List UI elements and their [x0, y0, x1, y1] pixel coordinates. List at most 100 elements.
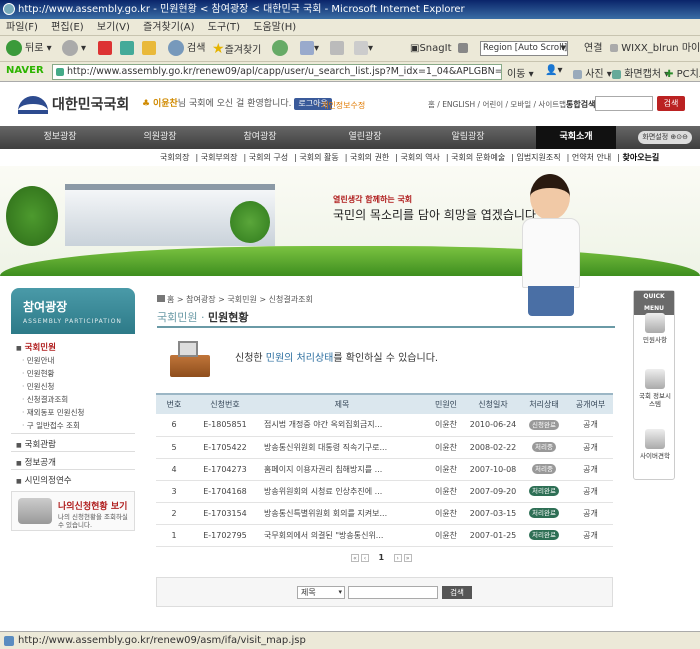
- forward-button[interactable]: ▾: [62, 40, 86, 58]
- lnb-group-training[interactable]: 시민의정연수: [16, 474, 72, 486]
- subnav-item[interactable]: 입법지원조직: [516, 153, 560, 162]
- region-select[interactable]: Region [Auto Scroll] ▼: [480, 41, 568, 56]
- row-title[interactable]: 방송통신위원회 대통령 직속기구로...: [258, 436, 426, 459]
- go-button[interactable]: 이동 ▾: [507, 65, 534, 80]
- subnav-item[interactable]: 국회의 활동: [299, 153, 338, 162]
- row-title[interactable]: 홈페이지 이용자권리 침해방지를 ...: [258, 458, 426, 481]
- list-search-button[interactable]: 검색: [442, 586, 472, 599]
- table-row[interactable]: 1 E-1702795 국무회의에서 의결된 "방송통신위... 이윤찬 2007-01…: [156, 524, 613, 547]
- gnb-members[interactable]: 의원광장: [120, 126, 200, 149]
- edit-button[interactable]: ▾: [354, 40, 373, 58]
- col-header: 공개여부: [568, 393, 613, 414]
- stop-button[interactable]: [98, 40, 112, 58]
- capture-icon: [612, 69, 621, 79]
- search-field-select[interactable]: 제목: [297, 586, 345, 599]
- user-dropdown[interactable]: 👤▾: [545, 65, 562, 76]
- document-icon: [645, 313, 665, 333]
- row-title[interactable]: 국무회의에서 의결된 "방송통신위...: [258, 524, 426, 547]
- subnav-item[interactable]: 국회의 문화예술: [451, 153, 505, 162]
- gnb-info[interactable]: 정보광장: [20, 126, 100, 149]
- menu-tools[interactable]: 도구(T): [208, 22, 240, 33]
- lnb-item[interactable]: 민원신청: [22, 381, 55, 392]
- my-status-box[interactable]: 나의신청현황 보기 나의 신청현황을 조회하실 수 있습니다.: [11, 491, 135, 531]
- menu-file[interactable]: 파일(F): [6, 22, 38, 33]
- row-title[interactable]: 접시법 개정중 야간 옥외집회금지...: [258, 414, 426, 437]
- list-search-input[interactable]: [348, 586, 438, 599]
- gnb-participation[interactable]: 참여광장: [220, 126, 300, 149]
- table-header-row: 번호 신청번호 제목 민원인 신청일자 처리상태 공개여부: [156, 393, 613, 414]
- unified-search-label: 통합검색: [566, 100, 596, 109]
- subnav-item[interactable]: 국회의 역사: [401, 153, 440, 162]
- quick-complaint[interactable]: 민원사항: [638, 313, 672, 344]
- menu-view[interactable]: 보기(V): [97, 22, 130, 33]
- subnav-item[interactable]: 국회의 권한: [350, 153, 389, 162]
- row-title[interactable]: 방송통신특별위원회 회의를 지켜보...: [258, 502, 426, 525]
- print-button[interactable]: [330, 40, 344, 58]
- photo-button[interactable]: 사진 ▾: [573, 65, 612, 80]
- gnb-notice[interactable]: 알림광장: [428, 126, 508, 149]
- table-row[interactable]: 6 E-1805851 접시법 개정중 야간 옥외집회금지... 이윤찬 2010-06…: [156, 414, 613, 437]
- wixx-button[interactable]: WIXX_blrun 마이홈: [610, 40, 700, 58]
- site-search-button[interactable]: 검색: [657, 96, 685, 111]
- row-title[interactable]: 방송위원회의 시청료 인상추진에 ...: [258, 480, 426, 503]
- requester: 이윤찬: [426, 458, 466, 481]
- lnb-group-info[interactable]: 정보공개: [16, 456, 56, 468]
- last-page-button[interactable]: »: [403, 553, 412, 562]
- table-row[interactable]: 4 E-1704273 홈페이지 이용자권리 침해방지를 ... 이윤찬 2007-10…: [156, 458, 613, 481]
- table-row[interactable]: 5 E-1705422 방송통신위원회 대통령 직속기구로... 이윤찬 2008-02…: [156, 436, 613, 459]
- subnav-item[interactable]: 국회부의장: [201, 153, 238, 162]
- connect-button[interactable]: 연결: [584, 40, 602, 58]
- open-status: 공개: [568, 458, 613, 481]
- next-page-button[interactable]: ›: [393, 553, 402, 562]
- lnb-item[interactable]: 재외동포 민원신청: [22, 407, 85, 418]
- subnav-item[interactable]: 언약처 안내: [572, 153, 611, 162]
- gnb-about[interactable]: 국회소개: [536, 126, 616, 149]
- quick-info-system[interactable]: 국회 정보시스템: [638, 369, 672, 408]
- gnb-open[interactable]: 열린광장: [325, 126, 405, 149]
- row-number: 5: [156, 436, 192, 459]
- assembly-logo[interactable]: 대한민국국회: [18, 95, 129, 115]
- lnb-item[interactable]: 구 일반접수 조회: [22, 420, 80, 431]
- privacy-edit-link[interactable]: · 개인정보수정: [316, 100, 365, 111]
- menu-help[interactable]: 도움말(H): [253, 22, 296, 33]
- favorites-button[interactable]: ★즐겨찾기: [212, 40, 261, 58]
- lnb-group-complaints[interactable]: 국회민원: [16, 341, 56, 353]
- search-button[interactable]: 검색: [168, 40, 205, 58]
- menu-favorites[interactable]: 즐겨찾기(A): [143, 22, 194, 33]
- lnb-item[interactable]: 민원안내: [22, 355, 55, 366]
- table-row[interactable]: 2 E-1703154 방송통신특별위원회 회의를 지켜보... 이윤찬 2007-03…: [156, 502, 613, 525]
- capture-button[interactable]: 화면캡처 ▾: [612, 65, 669, 80]
- back-button[interactable]: 뒤로 ▾: [6, 40, 52, 58]
- site-search-input[interactable]: [595, 96, 653, 111]
- request-date: 2007-10-08: [466, 458, 520, 481]
- lnb-item[interactable]: 민원현황: [22, 368, 55, 379]
- intro-text: 신청한 민원의 처리상태를 확인하실 수 있습니다.: [235, 353, 439, 364]
- lnb-title: 참여광장: [23, 300, 68, 314]
- snagit-button[interactable]: ▣SnagIt: [410, 40, 451, 58]
- refresh-button[interactable]: [120, 40, 134, 58]
- snagit-capture-icon[interactable]: [458, 40, 468, 58]
- quick-cyber-tour[interactable]: 사이버견학: [638, 429, 672, 460]
- screen-setting[interactable]: 화면설정 ⊕⊙⊖: [638, 131, 692, 144]
- pc-care-button[interactable]: ✚ PC치료: [665, 65, 700, 80]
- request-id: E-1805851: [192, 414, 258, 437]
- subnav-item[interactable]: 국회의장: [160, 153, 189, 162]
- zoom-out-icon: ⊖: [682, 133, 688, 141]
- table-row[interactable]: 3 E-1704168 방송위원회의 시청료 인상추진에 ... 이윤찬 2007-09…: [156, 480, 613, 503]
- subnav-item[interactable]: 국회의 구성: [249, 153, 288, 162]
- url-field[interactable]: http://www.assembly.go.kr/renew09/apl/ca…: [52, 64, 502, 80]
- history-button[interactable]: [272, 40, 291, 58]
- status-cell: 처리중: [520, 458, 568, 481]
- prev-page-button[interactable]: ‹: [361, 553, 369, 562]
- top-links[interactable]: 홈 / ENGLISH / 어린이 / 모바일 / 사이트맵: [428, 99, 566, 110]
- home-button[interactable]: [142, 40, 156, 58]
- menu-edit[interactable]: 편집(E): [51, 22, 84, 33]
- first-page-button[interactable]: «: [351, 553, 359, 562]
- mail-button[interactable]: ▾: [300, 40, 319, 58]
- lnb-item[interactable]: 신청결과조회: [22, 394, 68, 405]
- lnb-group-tour[interactable]: 국회관람: [16, 438, 56, 450]
- subnav-item[interactable]: 찾아오는길: [622, 153, 659, 162]
- current-page[interactable]: 1: [379, 553, 385, 562]
- open-status: 공개: [568, 502, 613, 525]
- my-status-title: 나의신청현황 보기: [58, 502, 128, 512]
